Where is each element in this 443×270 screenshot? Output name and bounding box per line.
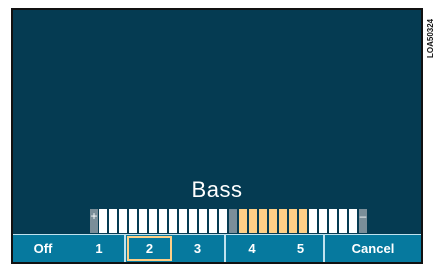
- bass-level-segment: [169, 209, 177, 233]
- bass-level-segment: [159, 209, 167, 233]
- plus-icon: +: [90, 209, 98, 233]
- bass-level-segment: [209, 209, 217, 233]
- level-5-button[interactable]: 5: [278, 235, 323, 262]
- bass-level-segment: [179, 209, 187, 233]
- level-4-button[interactable]: 4: [226, 235, 278, 262]
- button-bar: Off 1 2 3 4 5 Cancel: [13, 234, 421, 262]
- cancel-button[interactable]: Cancel: [325, 235, 421, 262]
- bass-level-segment: [189, 209, 197, 233]
- bass-level-segment: [259, 209, 267, 233]
- bass-level-segment: [199, 209, 207, 233]
- bass-level-slider[interactable]: + –: [90, 209, 367, 233]
- bass-level-segment: [279, 209, 287, 233]
- level-1-button[interactable]: 1: [73, 235, 125, 262]
- bass-level-segment: [219, 209, 227, 233]
- bass-level-segment: [249, 209, 257, 233]
- bass-level-segment: [329, 209, 337, 233]
- bass-level-segment: [239, 209, 247, 233]
- level-3-button[interactable]: 3: [172, 235, 223, 262]
- bass-level-segment: [99, 209, 107, 233]
- minus-icon: –: [359, 209, 367, 233]
- divider: [124, 235, 126, 262]
- bass-level-segment: [129, 209, 137, 233]
- bass-level-segments: [99, 209, 358, 233]
- bass-level-segment: [119, 209, 127, 233]
- bass-level-segment: [299, 209, 307, 233]
- bass-level-segment: [319, 209, 327, 233]
- bass-level-segment: [269, 209, 277, 233]
- off-button[interactable]: Off: [13, 235, 73, 262]
- selected-highlight: [127, 236, 172, 261]
- image-reference-label: LOA50324: [426, 18, 435, 58]
- bass-level-segment: [109, 209, 117, 233]
- bass-level-segment: [289, 209, 297, 233]
- bass-level-segment: [149, 209, 157, 233]
- audio-settings-screen: Bass + – Off 1 2 3 4 5 Cancel: [11, 8, 423, 264]
- bass-level-segment: [309, 209, 317, 233]
- bass-level-segment: [139, 209, 147, 233]
- bass-level-segment: [229, 209, 237, 233]
- bass-level-segment: [339, 209, 347, 233]
- bass-level-segment: [349, 209, 357, 233]
- setting-title: Bass: [191, 177, 243, 202]
